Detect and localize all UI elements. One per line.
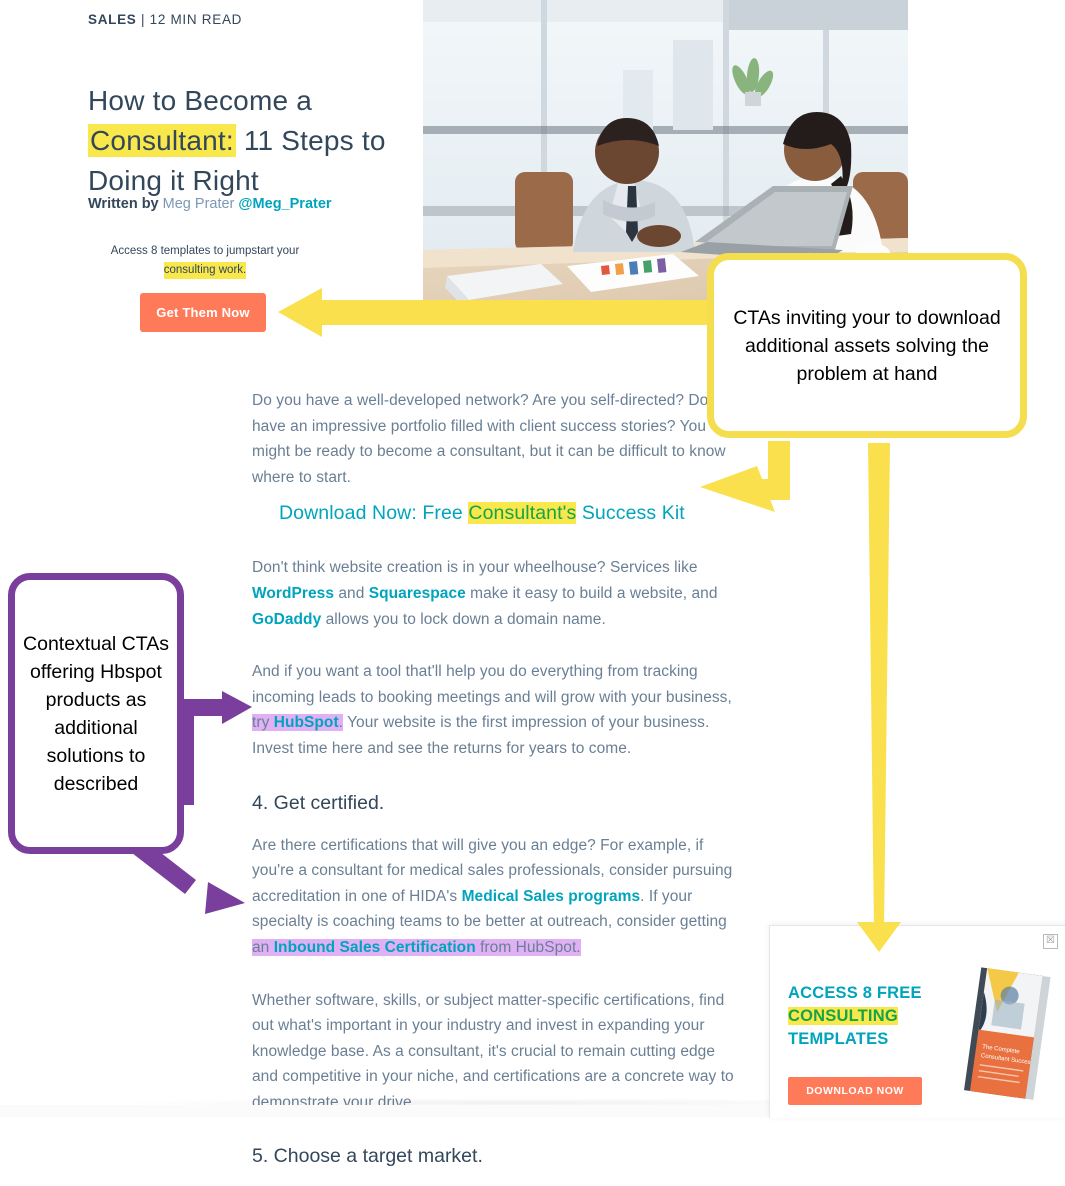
inline-cta-text: Access 8 templates to jumpstart your con… — [100, 243, 310, 279]
byline: Written by Meg Prater @Meg_Prater — [88, 196, 332, 212]
annotation-callout-purple: Contextual CTAs offering Hbspot products… — [8, 573, 184, 854]
byline-author: Meg Prater — [162, 196, 235, 212]
link-inbound-sales-certification[interactable]: Inbound Sales Certification — [274, 939, 476, 956]
inline-cta-line2: consulting work. — [163, 262, 247, 279]
popup-headline-line3: TEMPLATES — [788, 1030, 889, 1048]
link-medical-sales-programs[interactable]: Medical Sales programs — [462, 888, 641, 905]
p2-text-b: and — [334, 584, 369, 602]
download-success-kit-link[interactable]: Download Now: Free Consultant's Success … — [279, 502, 739, 525]
popup-headline-line2: CONSULTING — [788, 1007, 898, 1025]
link-hubspot[interactable]: HubSpot — [274, 714, 339, 731]
screenshot-stage: SALES | 12 MIN READ How to Become a Cons… — [0, 0, 1065, 1167]
ebook-illustration: The Complete Consultant Success Kit — [964, 967, 1051, 1100]
byline-prefix: Written by — [88, 196, 159, 212]
highlight-try-hubspot: try HubSpot. — [252, 714, 344, 732]
p3-text-a: And if you want a tool that'll help you … — [252, 663, 732, 706]
link-wordpress[interactable]: WordPress — [252, 585, 334, 602]
heading-4-get-certified: 4. Get certified. — [252, 791, 385, 814]
get-them-now-button[interactable]: Get Them Now — [140, 293, 266, 332]
p2-text-d: allows you to lock down a domain name. — [321, 610, 606, 628]
popup-headline-line1: ACCESS 8 FREE — [788, 984, 922, 1002]
heading-5-target-market: 5. Choose a target market. — [252, 1145, 483, 1168]
link-squarespace[interactable]: Squarespace — [369, 585, 466, 602]
cta-link-highlight: Consultant's — [468, 502, 577, 524]
paragraph-certifications: Are there certifications that will give … — [252, 833, 738, 961]
p4-hl-pre: an — [252, 938, 274, 956]
popup-headline: ACCESS 8 FREE CONSULTING TEMPLATES — [788, 982, 948, 1051]
link-godaddy[interactable]: GoDaddy — [252, 611, 321, 628]
slide-in-cta-popup[interactable]: ☒ ACCESS 8 FREE CONSULTING TEMPLATES DOW… — [769, 925, 1065, 1118]
cta-link-pre: Download Now: Free — [279, 502, 469, 524]
title-line-3: Doing it Right — [88, 164, 259, 196]
cta-link-post: Success Kit — [576, 502, 685, 524]
p2-text-c: make it easy to build a website, and — [465, 584, 718, 602]
inline-cta-line1: Access 8 templates to jumpstart your — [110, 245, 300, 257]
highlight-inbound-sales-certification: an Inbound Sales Certification from HubS… — [252, 938, 581, 956]
title-highlight-consultant: Consultant: — [88, 123, 236, 157]
title-line-1: How to Become a — [88, 84, 312, 116]
article-kicker: SALES | 12 MIN READ — [88, 12, 242, 27]
p4-hl-post: from HubSpot. — [475, 938, 581, 956]
title-line-2-rest: 11 Steps to — [235, 124, 386, 156]
ebook-cover-image: The Complete Consultant Success Kit — [960, 966, 1051, 1100]
page-title: How to Become a Consultant: 11 Steps to … — [88, 81, 408, 201]
p3-hl-pre: try — [252, 714, 274, 732]
paragraph-hubspot-tool: And if you want a tool that'll help you … — [252, 659, 738, 761]
paragraph-intro: Do you have a well-developed network? Ar… — [252, 392, 738, 486]
annotation-callout-yellow: CTAs inviting your to download additiona… — [707, 253, 1027, 438]
paragraph-knowledge-base: Whether software, skills, or subject mat… — [252, 991, 734, 1111]
p2-text-a: Don't think website creation is in your … — [252, 559, 698, 577]
close-icon[interactable]: ☒ — [1043, 934, 1058, 949]
download-now-button[interactable]: DOWNLOAD NOW — [788, 1077, 922, 1105]
byline-twitter-handle[interactable]: @Meg_Prater — [238, 196, 331, 212]
kicker-separator: | — [136, 12, 150, 27]
paragraph-website-services: Don't think website creation is in your … — [252, 555, 738, 632]
kicker-read-time: 12 MIN READ — [149, 12, 243, 27]
kicker-category: SALES — [88, 12, 137, 27]
